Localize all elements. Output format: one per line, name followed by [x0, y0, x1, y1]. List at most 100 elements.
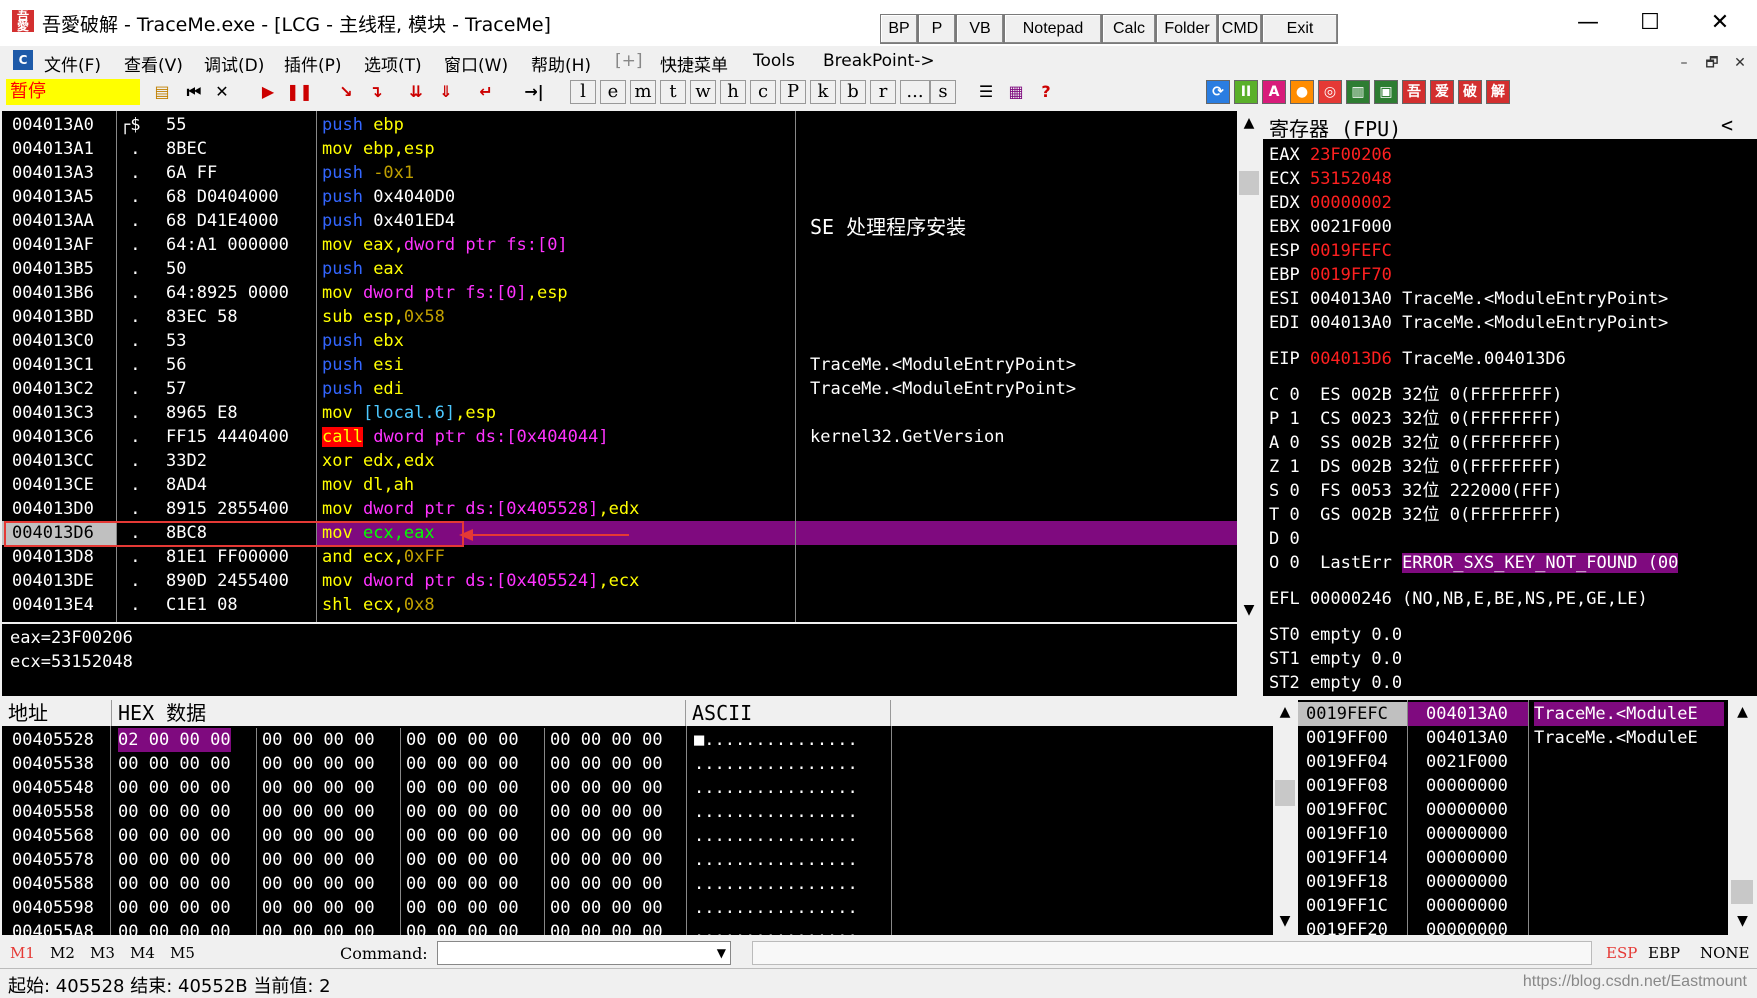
command-input[interactable]: ▼ — [437, 941, 731, 965]
disasm-row[interactable]: 004013CE . 8AD4 mov dl,ah — [2, 473, 1237, 497]
stack-mode-esp[interactable]: ESP — [1606, 944, 1637, 962]
menu-item[interactable]: [+] — [615, 51, 643, 71]
disasm-row[interactable]: 004013D8 . 81E1 FF00000 and ecx,0xFF — [2, 545, 1237, 569]
toolbar-letter-c[interactable]: c — [750, 80, 776, 104]
plugin-ai-icon[interactable]: 爱 — [1430, 80, 1454, 104]
column-divider[interactable] — [110, 726, 111, 935]
disasm-row[interactable]: 004013C0 . 53 push ebx — [2, 329, 1237, 353]
disasm-row[interactable]: 004013BD . 83EC 58 sub esp,0x58 — [2, 305, 1237, 329]
column-divider[interactable] — [1407, 700, 1408, 935]
scroll-down-icon[interactable]: ▼ — [1728, 913, 1757, 933]
toolbar-letter-P[interactable]: P — [780, 80, 806, 104]
maximize-button[interactable]: ☐ — [1620, 8, 1680, 38]
memory-dump-pane[interactable]: 00405528 02 00 00 00 00 00 00 00 00 00 00 0… — [2, 726, 1273, 935]
register-row[interactable]: ESP 0019FEFC — [1269, 239, 1392, 263]
memory-tab-m5[interactable]: M5 — [170, 944, 195, 962]
close-button[interactable]: ✕ — [1690, 8, 1750, 38]
register-row[interactable]: EIP 004013D6 TraceMe.004013D6 — [1269, 347, 1566, 371]
memory-tab-m2[interactable]: M2 — [50, 944, 75, 962]
register-row[interactable]: ST2 empty 0.0 — [1269, 671, 1402, 695]
register-row[interactable]: EAX 23F00206 — [1269, 143, 1392, 167]
toolbar-letter-l[interactable]: l — [570, 80, 596, 104]
help-icon[interactable]: ? — [1034, 80, 1058, 104]
disasm-row[interactable]: 004013C3 . 8965 E8 mov [local.6],esp — [2, 401, 1237, 425]
disasm-row[interactable]: 004013E4 . C1E1 08 shl ecx,0x8 — [2, 593, 1237, 617]
toolbar-letter-h[interactable]: h — [720, 80, 746, 104]
stack-mode-none[interactable]: NONE — [1700, 944, 1750, 962]
register-row[interactable]: P 1 CS 0023 32位 0(FFFFFFFF) — [1269, 407, 1562, 431]
mdi-close-button[interactable]: ✕ — [1728, 52, 1752, 74]
dump-header-address[interactable]: 地址 — [2, 700, 112, 726]
memory-tab-m3[interactable]: M3 — [90, 944, 115, 962]
child-window-icon[interactable]: C — [13, 50, 33, 70]
menu-item[interactable]: 快捷菜单 — [660, 51, 728, 76]
plugin-target-icon[interactable]: ◎ — [1318, 80, 1342, 104]
column-divider[interactable] — [1528, 700, 1529, 935]
scroll-up-icon[interactable]: ▲ — [1728, 704, 1757, 724]
plugin-a-icon[interactable]: A — [1262, 80, 1286, 104]
dump-scrollbar[interactable]: ▲ ▼ — [1273, 700, 1297, 935]
plugin-button-bp[interactable]: BP — [880, 14, 918, 44]
column-divider[interactable] — [686, 726, 687, 935]
pause-icon[interactable]: ❚❚ — [286, 80, 313, 104]
scroll-up-icon[interactable]: ▲ — [1273, 704, 1297, 724]
register-row[interactable]: ECX 53152048 — [1269, 167, 1392, 191]
register-row[interactable]: C 0 ES 002B 32位 0(FFFFFFFF) — [1269, 383, 1562, 407]
plugin-button-p[interactable]: P — [918, 14, 956, 44]
plugin-chip-icon[interactable]: ▥ — [1346, 80, 1370, 104]
toolbar-letter-t[interactable]: t — [660, 80, 686, 104]
disassembly-pane[interactable]: 004013A0 ┌$ 55 push ebp 004013A1 . 8BEC mov eb… — [2, 111, 1237, 622]
menu-item[interactable]: 窗口(W) — [444, 51, 508, 76]
register-row[interactable]: ESI 004013A0 TraceMe.<ModuleEntryPoint> — [1269, 287, 1668, 311]
plugin-wu-icon[interactable]: 吾 — [1402, 80, 1426, 104]
register-row[interactable]: D 0 — [1269, 527, 1300, 551]
go-to-icon[interactable]: →| — [522, 80, 546, 104]
disasm-row[interactable]: 004013A1 . 8BEC mov ebp,esp — [2, 137, 1237, 161]
menu-item[interactable]: 文件(F) — [44, 51, 101, 76]
minimize-button[interactable]: — — [1558, 8, 1618, 38]
trace-over-icon[interactable]: ⇓ — [434, 80, 458, 104]
disasm-row[interactable]: 004013A5 . 68 D0404000 push 0x4040D0 — [2, 185, 1237, 209]
plugin-jie-icon[interactable]: 解 — [1486, 80, 1510, 104]
toolbar-letter-k[interactable]: k — [810, 80, 836, 104]
register-row[interactable]: ST1 empty 0.0 — [1269, 647, 1402, 671]
register-row[interactable]: EDI 004013A0 TraceMe.<ModuleEntryPoint> — [1269, 311, 1668, 335]
scroll-down-icon[interactable]: ▼ — [1237, 598, 1261, 622]
scroll-thumb[interactable] — [1275, 780, 1295, 806]
register-row[interactable]: ST0 empty 0.0 — [1269, 623, 1402, 647]
disasm-row[interactable]: 004013D0 . 8915 2855400 mov dword ptr ds:[… — [2, 497, 1237, 521]
menu-item[interactable]: 查看(V) — [124, 51, 183, 76]
toolbar-letter-e[interactable]: e — [600, 80, 626, 104]
collapse-registers-icon[interactable]: < — [1721, 113, 1733, 137]
register-row[interactable]: EFL 00000246 (NO,NB,E,BE,NS,PE,GE,LE) — [1269, 587, 1648, 611]
stack-scrollbar[interactable]: ▲ ▼ — [1728, 700, 1757, 935]
dump-header-hex[interactable]: HEX 数据 — [112, 700, 686, 726]
close-program-icon[interactable]: ✕ — [210, 80, 234, 104]
disasm-row[interactable]: 004013B5 . 50 push eax — [2, 257, 1237, 281]
chevron-down-icon[interactable]: ▼ — [717, 942, 726, 964]
list-icon[interactable]: ☰ — [974, 80, 998, 104]
open-folder-icon[interactable]: ▤ — [150, 80, 174, 104]
menu-item[interactable]: 帮助(H) — [531, 51, 591, 76]
plugin-window-icon[interactable]: ▣ — [1374, 80, 1398, 104]
registers-pane[interactable]: 寄存器 (FPU) < EAX 23F00206 ECX 53152048 EDX … — [1263, 111, 1757, 696]
mdi-restore-button[interactable]: 🗗 — [1700, 52, 1724, 74]
refresh-plugin-icon[interactable]: ⟳ — [1206, 80, 1230, 104]
disasm-row[interactable]: 004013A0 ┌$ 55 push ebp — [2, 113, 1237, 137]
stack-mode-ebp[interactable]: EBP — [1648, 944, 1680, 962]
register-row[interactable]: A 0 SS 002B 32位 0(FFFFFFFF) — [1269, 431, 1562, 455]
toolbar-letter-s[interactable]: s — [930, 80, 956, 104]
column-divider[interactable] — [891, 726, 892, 935]
scroll-thumb[interactable] — [1731, 880, 1753, 904]
disasm-row[interactable]: 004013C2 . 57 push edi TraceMe.<ModuleEntry… — [2, 377, 1237, 401]
toolbar-letter-more[interactable]: ... — [900, 80, 930, 104]
run-icon[interactable]: ▶ — [256, 80, 280, 104]
dump-header-ascii[interactable]: ASCII — [686, 700, 891, 726]
register-row[interactable]: Z 1 DS 002B 32位 0(FFFFFFFF) — [1269, 455, 1562, 479]
step-into-icon[interactable]: ↘ — [334, 80, 358, 104]
toolbar-letter-w[interactable]: w — [690, 80, 716, 104]
register-row[interactable]: O 0 LastErr ERROR_SXS_KEY_NOT_FOUND (00 — [1269, 551, 1679, 575]
toolbar-letter-r[interactable]: r — [870, 80, 896, 104]
disasm-row[interactable]: 004013AF . 64:A1 000000 mov eax,dword ptr … — [2, 233, 1237, 257]
mdi-minimize-button[interactable]: – — [1672, 52, 1696, 74]
